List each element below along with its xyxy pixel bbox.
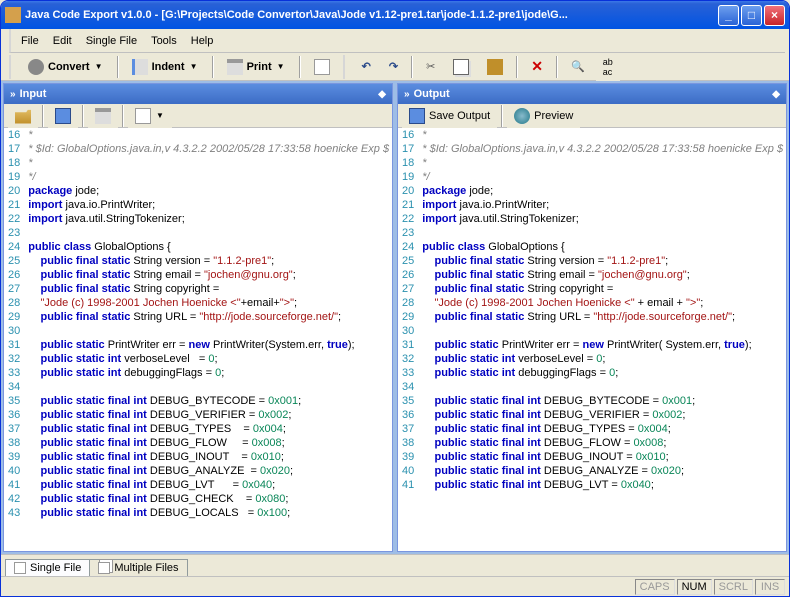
replace-button[interactable]: abac: [596, 53, 620, 81]
expand-icon: »: [10, 89, 16, 100]
window-title: Java Code Export v1.0.0 - [G:\Projects\C…: [25, 9, 718, 21]
status-scrl: SCRL: [714, 579, 753, 595]
output-panel-title: Output: [414, 88, 769, 100]
input-save-button[interactable]: [48, 104, 78, 128]
main-toolbar: Convert▼ Indent▼ Print▼ ↶ ↷ ✂ ✕ 🔍 abac: [1, 53, 789, 81]
page-icon: [314, 59, 330, 75]
undo-icon: ↶: [362, 60, 371, 73]
preview-button[interactable]: Preview: [507, 104, 580, 128]
status-caps: CAPS: [635, 579, 675, 595]
redo-icon: ↷: [389, 60, 398, 73]
print-button[interactable]: Print▼: [220, 55, 293, 79]
bottom-tabs: Single File Multiple Files: [1, 554, 789, 576]
tab-multiple-files[interactable]: Multiple Files: [89, 559, 187, 576]
output-line-gutter: 1617181920212223242526272829303132333435…: [398, 128, 422, 551]
input-panel: » Input ◆ ▼ 1617181920212223242526272829…: [3, 83, 393, 552]
collapse-icon[interactable]: ◆: [378, 89, 386, 100]
paste-button[interactable]: [480, 55, 510, 79]
find-icon: 🔍: [571, 60, 585, 73]
input-print-button[interactable]: [88, 104, 118, 128]
tab-single-file[interactable]: Single File: [5, 559, 90, 576]
undo-button[interactable]: ↶: [355, 56, 378, 77]
indent-button[interactable]: Indent▼: [125, 55, 206, 79]
convert-button[interactable]: Convert▼: [21, 55, 111, 79]
options-button[interactable]: [307, 55, 337, 79]
preview-icon: [135, 108, 151, 124]
menubar: File Edit Single File Tools Help: [9, 29, 785, 53]
copy-button[interactable]: [446, 55, 476, 79]
titlebar[interactable]: Java Code Export v1.0.0 - [G:\Projects\C…: [1, 1, 789, 29]
expand-icon: »: [404, 89, 410, 100]
statusbar: CAPS NUM SCRL INS: [1, 576, 789, 596]
output-panel-header[interactable]: » Output ◆: [398, 84, 786, 104]
input-preview-button[interactable]: ▼: [128, 104, 172, 128]
collapse-icon[interactable]: ◆: [772, 89, 780, 100]
input-code-area[interactable]: * * $Id: GlobalOptions.java.in,v 4.3.2.2…: [28, 128, 392, 551]
indent-icon: [132, 59, 148, 75]
menu-tools[interactable]: Tools: [145, 33, 183, 49]
maximize-button[interactable]: □: [741, 5, 762, 26]
print-icon: [227, 59, 243, 75]
open-icon: [15, 108, 31, 124]
menu-file[interactable]: File: [15, 33, 45, 49]
input-panel-title: Input: [20, 88, 375, 100]
paste-icon: [487, 59, 503, 75]
output-editor[interactable]: 1617181920212223242526272829303132333435…: [398, 128, 786, 551]
cut-icon: ✂: [426, 60, 435, 73]
convert-icon: [28, 59, 44, 75]
content-area: » Input ◆ ▼ 1617181920212223242526272829…: [1, 81, 789, 554]
globe-icon: [514, 108, 530, 124]
close-button[interactable]: ×: [764, 5, 785, 26]
menu-single-file[interactable]: Single File: [80, 33, 143, 49]
output-panel: » Output ◆ Save Output Preview 161718192…: [397, 83, 787, 552]
page-icon: [14, 562, 26, 574]
save-output-button[interactable]: Save Output: [402, 104, 497, 128]
find-button[interactable]: 🔍: [564, 56, 592, 77]
redo-button[interactable]: ↷: [382, 56, 405, 77]
app-window: Java Code Export v1.0.0 - [G:\Projects\C…: [0, 0, 790, 597]
save-icon: [55, 108, 71, 124]
cut-button[interactable]: ✂: [419, 56, 442, 77]
replace-icon: abac: [603, 57, 613, 77]
minimize-button[interactable]: _: [718, 5, 739, 26]
input-editor[interactable]: 1617181920212223242526272829303132333435…: [4, 128, 392, 551]
print-icon: [95, 108, 111, 124]
output-toolbar: Save Output Preview: [398, 104, 786, 128]
menu-help[interactable]: Help: [185, 33, 220, 49]
pages-icon: [98, 562, 110, 574]
output-code-area[interactable]: * * $Id: GlobalOptions.java.in,v 4.3.2.2…: [422, 128, 786, 551]
status-num: NUM: [677, 579, 712, 595]
delete-button[interactable]: ✕: [524, 54, 550, 79]
status-ins: INS: [755, 579, 785, 595]
menu-edit[interactable]: Edit: [47, 33, 78, 49]
input-line-gutter: 1617181920212223242526272829303132333435…: [4, 128, 28, 551]
save-icon: [409, 108, 425, 124]
copy-icon: [453, 59, 469, 75]
delete-icon: ✕: [531, 58, 543, 75]
input-open-button[interactable]: [8, 104, 38, 128]
app-icon: [5, 7, 21, 23]
input-panel-header[interactable]: » Input ◆: [4, 84, 392, 104]
input-toolbar: ▼: [4, 104, 392, 128]
